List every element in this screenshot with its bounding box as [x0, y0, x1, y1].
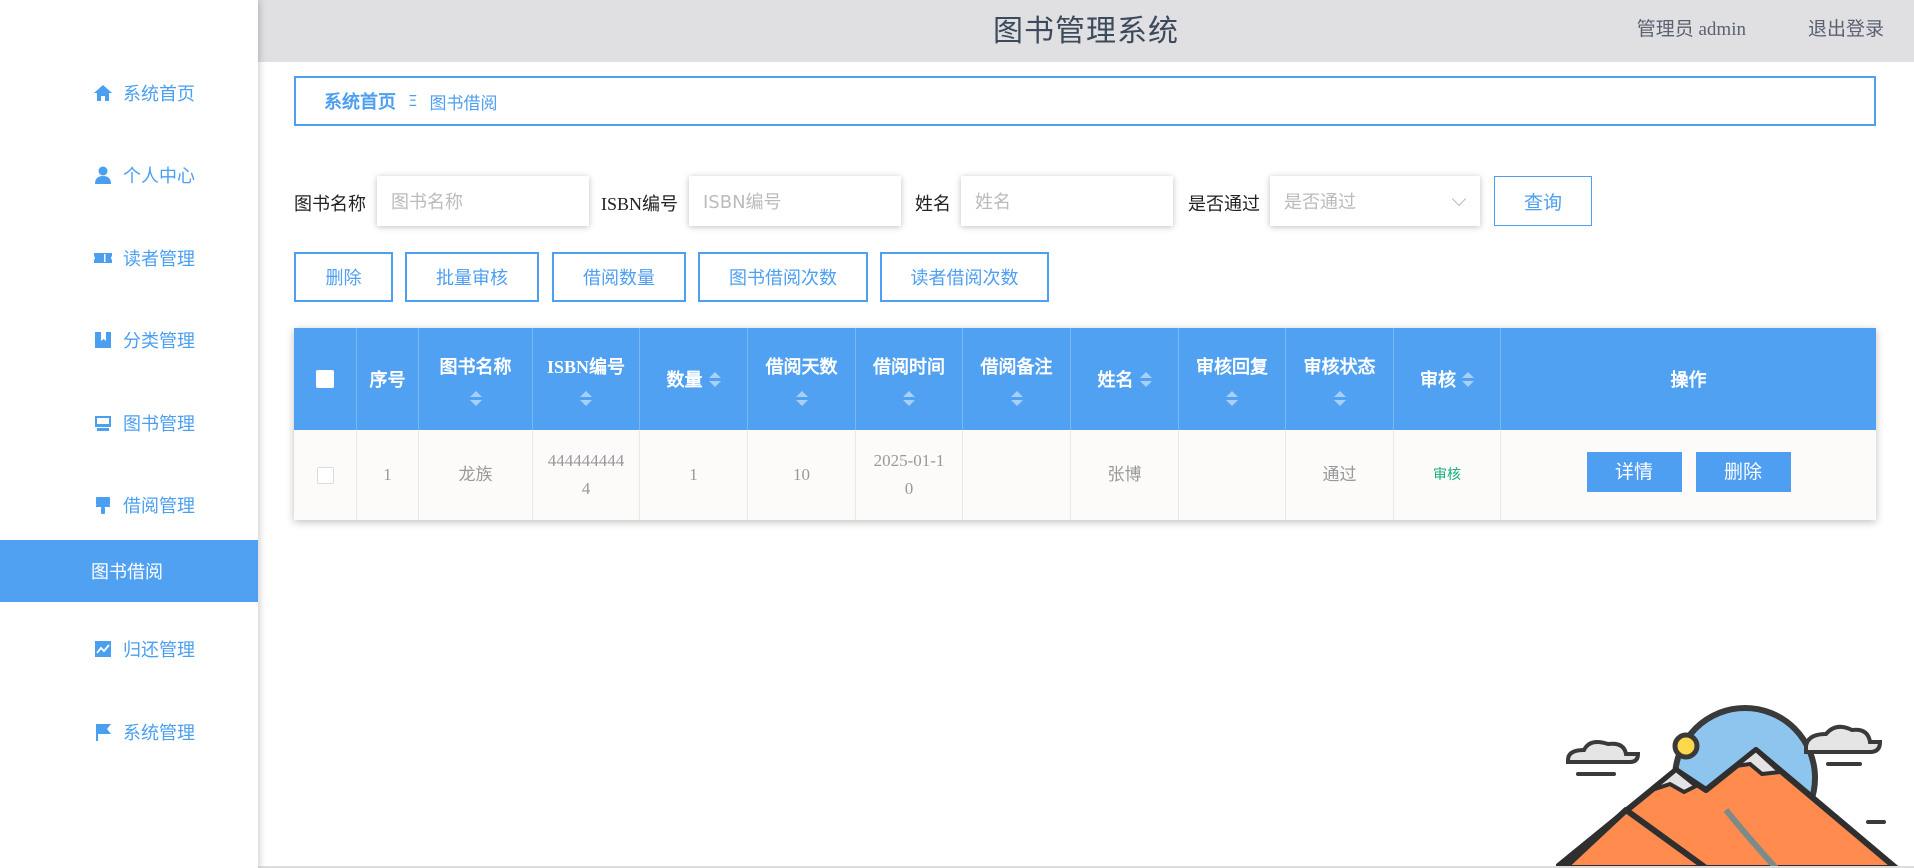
- row-select-cell[interactable]: [294, 430, 357, 520]
- header-borrow-note[interactable]: 借阅备注: [963, 328, 1071, 430]
- isbn-label: ISBN编号: [601, 194, 679, 214]
- name-input[interactable]: 姓名: [961, 176, 1173, 226]
- row-checkbox[interactable]: [316, 466, 334, 484]
- name-placeholder: 姓名: [975, 192, 1011, 213]
- sort-icon[interactable]: [1010, 390, 1023, 406]
- cell-name: 张博: [1071, 430, 1179, 520]
- sort-icon[interactable]: [1333, 390, 1346, 406]
- header-audit-status[interactable]: 审核状态: [1286, 328, 1394, 430]
- sort-icon[interactable]: [1139, 371, 1152, 387]
- borrow-count-button[interactable]: 借阅数量: [552, 252, 686, 302]
- sidebar-item-borrow-management[interactable]: 借阅管理: [0, 474, 258, 536]
- breadcrumb: 系统首页 Ξ 图书借阅: [294, 76, 1876, 126]
- audit-link[interactable]: 审核: [1433, 461, 1461, 489]
- cell-audit: 审核: [1394, 430, 1501, 520]
- chart-icon: [95, 641, 111, 657]
- sidebar-item-reader-management[interactable]: 读者管理: [0, 227, 258, 289]
- book-borrow-times-button[interactable]: 图书借阅次数: [698, 252, 868, 302]
- header-audit-reply[interactable]: 审核回复: [1179, 328, 1286, 430]
- delete-button[interactable]: 删除: [294, 252, 393, 302]
- sidebar-item-home[interactable]: 系统首页: [0, 62, 258, 124]
- passed-label: 是否通过: [1188, 194, 1260, 214]
- logout-link[interactable]: 退出登录: [1808, 14, 1884, 41]
- cell-isbn: 444444444 4: [533, 430, 640, 520]
- header-isbn[interactable]: ISBN编号: [533, 328, 640, 430]
- sidebar-item-return-management[interactable]: 归还管理: [0, 618, 258, 680]
- passed-select[interactable]: 是否通过: [1270, 176, 1480, 226]
- header-select-all[interactable]: [294, 328, 357, 430]
- book-name-label: 图书名称: [294, 194, 366, 214]
- header-borrow-days[interactable]: 借阅天数: [748, 328, 856, 430]
- cell-operation: 详情 删除: [1501, 430, 1876, 520]
- reader-borrow-times-button[interactable]: 读者借阅次数: [880, 252, 1049, 302]
- table-row: 1 龙族 444444444 4 1 10 2025-01-1 0 张博 通过 …: [294, 430, 1876, 520]
- sidebar-item-label: 系统管理: [123, 723, 195, 744]
- sidebar-item-personal-center[interactable]: 个人中心: [0, 144, 258, 206]
- header-book-name[interactable]: 图书名称: [419, 328, 533, 430]
- mountain-illustration: [1556, 705, 1899, 868]
- borrow-table: 序号 图书名称 ISBN编号 数量 借阅天数 借阅时间 借阅备注 姓名 审核回复…: [294, 328, 1876, 520]
- sort-icon[interactable]: [1226, 390, 1238, 406]
- breadcrumb-separator: Ξ: [408, 92, 418, 110]
- batch-audit-button[interactable]: 批量审核: [405, 252, 539, 302]
- sidebar-item-label: 读者管理: [123, 249, 195, 270]
- sidebar-item-label: 图书借阅: [91, 562, 163, 583]
- brush-icon: [96, 497, 110, 514]
- inbox-icon: [95, 416, 111, 431]
- sidebar-item-label: 系统首页: [123, 84, 195, 105]
- cell-borrow-days: 10: [748, 430, 856, 520]
- sort-icon[interactable]: [1462, 371, 1474, 387]
- sidebar-item-category-management[interactable]: 分类管理: [0, 309, 258, 371]
- row-delete-button[interactable]: 删除: [1695, 452, 1791, 492]
- passed-placeholder: 是否通过: [1284, 192, 1356, 213]
- header-name[interactable]: 姓名: [1071, 328, 1179, 430]
- cell-borrow-time: 2025-01-1 0: [856, 430, 963, 520]
- top-header: 图书管理系统 管理员 admin 退出登录: [258, 0, 1914, 62]
- home-icon: [94, 85, 112, 101]
- cell-book-name: 龙族: [419, 430, 533, 520]
- sidebar-item-label: 个人中心: [123, 166, 195, 187]
- user-icon: [95, 166, 111, 184]
- sort-icon[interactable]: [580, 390, 592, 406]
- cell-index: 1: [357, 430, 419, 520]
- cell-audit-reply: [1179, 430, 1286, 520]
- breadcrumb-home[interactable]: 系统首页: [324, 88, 396, 114]
- sidebar-item-book-management[interactable]: 图书管理: [0, 392, 258, 454]
- current-user: 管理员 admin: [1636, 19, 1746, 40]
- sort-icon[interactable]: [708, 371, 721, 387]
- book-name-placeholder: 图书名称: [391, 192, 463, 213]
- header-borrow-time[interactable]: 借阅时间: [856, 328, 963, 430]
- header-audit[interactable]: 审核: [1394, 328, 1501, 430]
- select-all-checkbox[interactable]: [316, 370, 334, 388]
- breadcrumb-current: 图书借阅: [429, 93, 498, 114]
- header-index: 序号: [357, 328, 419, 430]
- cell-audit-status: 通过: [1286, 430, 1394, 520]
- ticket-icon: [94, 253, 112, 263]
- cell-quantity: 1: [640, 430, 748, 520]
- sidebar-item-label: 分类管理: [123, 331, 195, 352]
- query-button[interactable]: 查询: [1494, 176, 1592, 226]
- book-name-input[interactable]: 图书名称: [377, 176, 589, 226]
- sort-icon[interactable]: [903, 390, 915, 406]
- sidebar-item-system-management[interactable]: 系统管理: [0, 701, 258, 763]
- sidebar: 系统首页 个人中心 读者管理 分类管理 图书管理 借阅管理 图书借阅 归还管理 …: [0, 0, 258, 868]
- bookmark-icon: [95, 332, 111, 348]
- isbn-input[interactable]: ISBN编号: [689, 176, 901, 226]
- chevron-down-icon: [1451, 191, 1467, 207]
- table-header: 序号 图书名称 ISBN编号 数量 借阅天数 借阅时间 借阅备注 姓名 审核回复…: [294, 328, 1876, 430]
- sidebar-item-label: 图书管理: [123, 414, 195, 435]
- sort-icon[interactable]: [469, 390, 482, 406]
- sort-icon[interactable]: [795, 390, 808, 406]
- cell-borrow-note: [963, 430, 1071, 520]
- sidebar-item-label: 归还管理: [123, 640, 195, 661]
- header-quantity[interactable]: 数量: [640, 328, 748, 430]
- flag-icon: [96, 724, 111, 741]
- isbn-placeholder: ISBN编号: [703, 192, 782, 213]
- header-operation: 操作: [1670, 370, 1707, 390]
- detail-button[interactable]: 详情: [1586, 452, 1682, 492]
- sidebar-item-book-borrow[interactable]: 图书借阅: [0, 540, 258, 602]
- sidebar-item-label: 借阅管理: [123, 496, 195, 517]
- name-label: 姓名: [915, 194, 951, 214]
